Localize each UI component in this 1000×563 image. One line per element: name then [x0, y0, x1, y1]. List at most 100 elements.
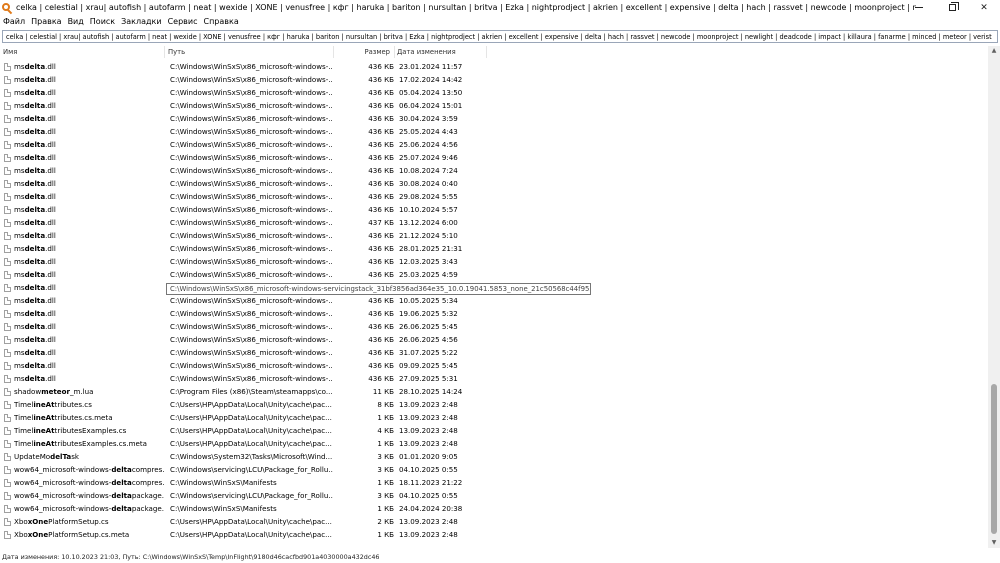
file-icon — [4, 323, 11, 331]
table-row[interactable]: msdelta.dll C:\Windows\WinSxS\x86_microso… — [0, 60, 988, 73]
file-date: 13.09.2023 2:48 — [399, 426, 458, 435]
file-name: TimelineAttributesExamples.cs.meta — [14, 439, 148, 448]
table-row[interactable]: XboxOnePlatformSetup.cs.meta C:\Users\HP\… — [0, 528, 988, 541]
file-size: 11 КБ — [372, 387, 394, 396]
file-name: msdelta.dll — [14, 218, 56, 227]
file-icon — [4, 362, 11, 370]
file-name: XboxOnePlatformSetup.cs.meta — [14, 530, 130, 539]
file-size: 1 КБ — [377, 439, 394, 448]
file-icon — [4, 336, 11, 344]
file-name: TimelineAttributes.cs.meta — [14, 413, 113, 422]
file-name: msdelta.dll — [14, 166, 56, 175]
menu-file[interactable]: Файл — [0, 17, 28, 26]
file-date: 10.08.2024 7:24 — [399, 166, 458, 175]
file-name: msdelta.dll — [14, 374, 56, 383]
file-date: 10.05.2025 5:34 — [399, 296, 458, 305]
file-path: C:\Windows\servicing\LCU\Package_for_Rol… — [170, 491, 333, 500]
table-row[interactable]: wow64_microsoft-windows-deltacompres... C… — [0, 463, 988, 476]
table-row[interactable]: msdelta.dll C:\Windows\WinSxS\x86_microso… — [0, 242, 988, 255]
table-row[interactable]: UpdateModelTask C:\Windows\System32\Tasks… — [0, 450, 988, 463]
file-date: 13.09.2023 2:48 — [399, 439, 458, 448]
table-row[interactable]: msdelta.dll C:\Windows\WinSxS\x86_microso… — [0, 125, 988, 138]
menu-bookmarks[interactable]: Закладки — [118, 17, 164, 26]
file-icon — [4, 63, 11, 71]
table-row[interactable]: msdelta.dll C:\Windows\WinSxS\x86_microso… — [0, 372, 988, 385]
table-row[interactable]: msdelta.dll C:\Windows\WinSxS\x86_microso… — [0, 164, 988, 177]
file-path: C:\Windows\WinSxS\x86_microsoft-windows-… — [170, 374, 333, 383]
file-size: 436 КБ — [368, 205, 394, 214]
vertical-scrollbar[interactable]: ▲ ▼ — [988, 46, 1000, 548]
table-row[interactable]: msdelta.dll C:\Windows\WinSxS\x86_microso… — [0, 216, 988, 229]
table-row[interactable]: XboxOnePlatformSetup.cs C:\Users\HP\AppDa… — [0, 515, 988, 528]
table-row[interactable]: msdelta.dll C:\Windows\WinSxS\x86_microso… — [0, 255, 988, 268]
file-name: msdelta.dll — [14, 192, 56, 201]
table-row[interactable]: msdelta.dll C:\Windows\WinSxS\x86_microso… — [0, 112, 988, 125]
file-name: msdelta.dll — [14, 348, 56, 357]
file-size: 436 КБ — [368, 361, 394, 370]
menu-tools[interactable]: Сервис — [165, 17, 201, 26]
table-row[interactable]: TimelineAttributes.cs.meta C:\Users\HP\Ap… — [0, 411, 988, 424]
table-row[interactable]: msdelta.dll C:\Windows\WinSxS\x86_microso… — [0, 177, 988, 190]
file-size: 436 КБ — [368, 309, 394, 318]
table-row[interactable]: msdelta.dll C:\Windows\WinSxS\x86_microso… — [0, 190, 988, 203]
menu-edit[interactable]: Правка — [28, 17, 64, 26]
table-row[interactable]: wow64_microsoft-windows-deltacompres... C… — [0, 476, 988, 489]
file-icon — [4, 375, 11, 383]
file-name: msdelta.dll — [14, 75, 56, 84]
table-row[interactable]: msdelta.dll C:\Windows\WinSxS\x86_microso… — [0, 99, 988, 112]
table-row[interactable]: TimelineAttributes.cs C:\Users\HP\AppData… — [0, 398, 988, 411]
search-input[interactable] — [3, 31, 997, 42]
table-row[interactable]: msdelta.dll C:\Windows\WinSxS\x86_microso… — [0, 229, 988, 242]
file-name: msdelta.dll — [14, 361, 56, 370]
table-row[interactable]: TimelineAttributesExamples.cs.meta C:\Use… — [0, 437, 988, 450]
table-row[interactable]: msdelta.dll C:\Windows\WinSxS\x86_microso… — [0, 346, 988, 359]
file-date: 06.04.2024 15:01 — [399, 101, 463, 110]
file-icon — [4, 141, 11, 149]
table-row[interactable]: TimelineAttributesExamples.cs C:\Users\HP… — [0, 424, 988, 437]
file-path: C:\Windows\WinSxS\x86_microsoft-windows-… — [170, 296, 333, 305]
file-path: C:\Windows\System32\Tasks\Microsoft\Wind… — [170, 452, 333, 461]
scroll-up-icon[interactable]: ▲ — [988, 46, 1000, 56]
table-row[interactable]: msdelta.dll C:\Windows\WinSxS\x86_microso… — [0, 203, 988, 216]
table-row[interactable]: msdelta.dll C:\Windows\WinSxS\x86_microso… — [0, 151, 988, 164]
file-name: msdelta.dll — [14, 231, 56, 240]
file-path: C:\Windows\WinSxS\x86_microsoft-windows-… — [170, 335, 333, 344]
maximize-button[interactable] — [936, 0, 968, 15]
file-name: wow64_microsoft-windows-deltapackage... — [14, 491, 164, 500]
table-row[interactable]: msdelta.dll C:\Windows\WinSxS\x86_microso… — [0, 307, 988, 320]
file-size: 3 КБ — [377, 465, 394, 474]
minimize-button[interactable] — [903, 0, 935, 15]
scroll-thumb[interactable] — [991, 384, 997, 534]
menu-view[interactable]: Вид — [65, 17, 87, 26]
file-date: 25.07.2024 9:46 — [399, 153, 458, 162]
column-name-header[interactable]: Имя — [3, 46, 165, 58]
file-size: 436 КБ — [368, 257, 394, 266]
table-row[interactable]: msdelta.dll C:\Windows\WinSxS\x86_microso… — [0, 86, 988, 99]
table-row[interactable]: msdelta.dll C:\Windows\WinSxS\x86_microso… — [0, 359, 988, 372]
table-row[interactable]: msdelta.dll C:\Windows\WinSxS\x86_microso… — [0, 73, 988, 86]
table-row[interactable]: shadowmeteor_m.lua C:\Program Files (x86)… — [0, 385, 988, 398]
menu-search[interactable]: Поиск — [87, 17, 118, 26]
scroll-down-icon[interactable]: ▼ — [988, 538, 1000, 548]
file-date: 26.06.2025 4:56 — [399, 335, 458, 344]
column-size-header[interactable]: Размер — [335, 46, 395, 58]
close-button[interactable]: ✕ — [968, 0, 1000, 15]
table-row[interactable]: msdelta.dll C:\Windows\WinSxS\x86_microso… — [0, 268, 988, 281]
file-size: 436 КБ — [368, 179, 394, 188]
file-icon — [4, 167, 11, 175]
file-icon — [4, 76, 11, 84]
column-date-header[interactable]: Дата изменения — [397, 46, 487, 58]
table-row[interactable]: wow64_microsoft-windows-deltapackage... C… — [0, 502, 988, 515]
table-row[interactable]: msdelta.dll C:\Windows\WinSxS\x86_microso… — [0, 320, 988, 333]
table-row[interactable]: msdelta.dll C:\Windows\WinSxS\x86_microso… — [0, 138, 988, 151]
table-row[interactable]: msdelta.dll C:\Windows\WinSxS\x86_microso… — [0, 294, 988, 307]
file-size: 1 КБ — [377, 504, 394, 513]
table-row[interactable]: wow64_microsoft-windows-deltapackage... C… — [0, 489, 988, 502]
file-date: 23.01.2024 11:57 — [399, 62, 463, 71]
table-row[interactable]: msdelta.dll C:\Windows\WinSxS\x86_microso… — [0, 333, 988, 346]
file-date: 30.04.2024 3:59 — [399, 114, 458, 123]
column-path-header[interactable]: Путь — [168, 46, 334, 58]
file-icon — [4, 349, 11, 357]
file-name: wow64_microsoft-windows-deltacompres... — [14, 478, 164, 487]
menu-help[interactable]: Справка — [200, 17, 241, 26]
